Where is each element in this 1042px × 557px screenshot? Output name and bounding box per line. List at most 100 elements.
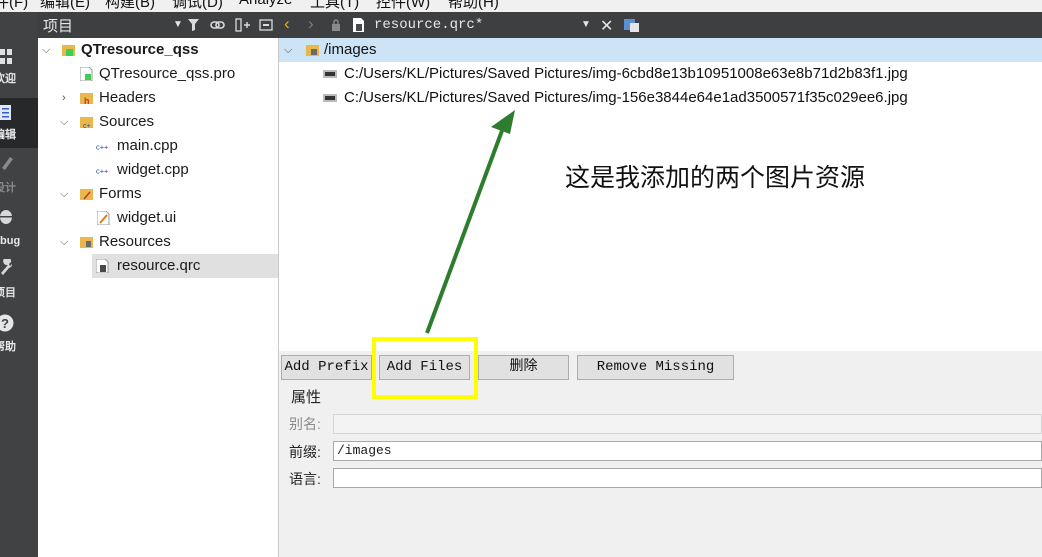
prefix-label: /images: [324, 41, 377, 58]
resources-folder-icon: [80, 237, 93, 248]
prefix-folder-icon: [306, 45, 319, 56]
prefix-row[interactable]: ⌵ /images: [279, 38, 1042, 62]
image-file-icon: [323, 70, 337, 78]
menu-tools[interactable]: 工具(T): [310, 0, 359, 12]
tree-item-label: main.cpp: [117, 137, 178, 154]
language-label: 语言:: [289, 471, 321, 487]
remove-missing-files-button[interactable]: Remove Missing Files: [577, 355, 734, 398]
svg-text:c++: c++: [96, 167, 108, 176]
tree-item-label: QTresource_qss.pro: [99, 65, 236, 82]
edit-icon: [0, 105, 11, 120]
project-view-label: 项目: [43, 18, 74, 35]
open-file-tab[interactable]: resource.qrc*: [374, 17, 483, 33]
mode-debug[interactable]: Debug: [0, 204, 38, 254]
tree-item-headers[interactable]: › h Headers: [38, 86, 278, 110]
mode-welcome-label: 欢迎: [0, 73, 16, 85]
resource-file-row[interactable]: C:/Users/KL/Pictures/Saved Pictures/img-…: [279, 86, 1042, 110]
tree-item-pro-file[interactable]: QTresource_qss.pro: [38, 62, 278, 86]
close-document-icon[interactable]: ✕: [600, 16, 613, 36]
menu-debug[interactable]: 调试(D): [172, 0, 223, 12]
mode-edit-label: 编辑: [0, 129, 16, 141]
tree-item-label: Resources: [99, 233, 171, 250]
expanded-arrow-icon[interactable]: ⌵: [60, 110, 68, 134]
collapsed-arrow-icon[interactable]: ›: [62, 86, 66, 110]
expanded-arrow-icon[interactable]: ⌵: [284, 38, 292, 62]
close-pane-icon[interactable]: [259, 19, 273, 31]
mode-design-label: 设计: [0, 182, 16, 194]
resource-file-row[interactable]: C:/Users/KL/Pictures/Saved Pictures/img-…: [279, 62, 1042, 86]
forward-arrow-icon[interactable]: ›: [308, 14, 314, 34]
menu-help[interactable]: 帮助(H): [448, 0, 499, 12]
expanded-arrow-icon[interactable]: ⌵: [42, 38, 50, 62]
forms-folder-icon: [80, 189, 93, 200]
grid-icon: [0, 49, 12, 64]
ui-file-icon: [97, 211, 110, 225]
mode-design[interactable]: 设计: [0, 152, 38, 202]
mode-projects-label: 项目: [0, 287, 16, 299]
prefix-field[interactable]: /images: [333, 441, 1042, 461]
resource-tree: ⌵ /images C:/Users/KL/Pictures/Saved Pic…: [279, 38, 1042, 351]
tree-item-main-cpp[interactable]: c++ main.cpp: [38, 134, 278, 158]
tree-item-label: widget.ui: [117, 209, 177, 226]
back-arrow-icon[interactable]: ‹: [284, 14, 290, 34]
annotation-text: 这是我添加的两个图片资源: [565, 164, 866, 192]
expanded-arrow-icon[interactable]: ⌵: [60, 182, 68, 206]
file-dropdown-arrow-icon[interactable]: ▼: [581, 19, 591, 30]
language-field[interactable]: [333, 468, 1042, 488]
mode-help-label: 帮助: [0, 341, 16, 353]
tree-item-label: Headers: [99, 89, 156, 106]
view-dropdown-arrow-icon[interactable]: ▼: [173, 19, 183, 30]
filter-icon[interactable]: [188, 19, 202, 32]
project-pane-toolbar: 项目 ▼: [38, 12, 278, 38]
menu-analyze[interactable]: Analyze: [239, 0, 292, 8]
wrench-icon: [1, 259, 13, 275]
split-editor-icon[interactable]: [624, 17, 640, 33]
delete-button[interactable]: 删除: [478, 355, 569, 380]
tree-item-forms[interactable]: ⌵ Forms: [38, 182, 278, 206]
headers-folder-icon: h: [80, 93, 93, 105]
menu-build[interactable]: 构建(B): [105, 0, 155, 12]
editor-toolbar: ‹ › resource.qrc* ▼ ✕: [278, 12, 1042, 38]
alias-field[interactable]: [333, 414, 1042, 434]
mode-help[interactable]: ? 帮助: [0, 310, 38, 360]
sources-folder-icon: c+: [80, 117, 93, 129]
cpp-file-icon: c++: [96, 140, 109, 152]
qrc-file-icon: [353, 18, 364, 32]
mode-debug-label: Debug: [0, 235, 21, 247]
split-icon[interactable]: [235, 18, 251, 32]
tree-item-label: Forms: [99, 185, 142, 202]
menu-edit[interactable]: 编辑(E): [40, 0, 90, 12]
image-file-icon: [323, 94, 337, 102]
svg-text:h: h: [84, 96, 90, 105]
link-icon[interactable]: [210, 19, 226, 31]
tree-item-project[interactable]: ⌵ QTresource_qss: [38, 38, 278, 62]
alias-label: 别名:: [289, 416, 321, 432]
properties-title: 属性: [291, 389, 322, 406]
tree-item-sources[interactable]: ⌵ c+ Sources: [38, 110, 278, 134]
tree-item-label: QTresource_qss: [81, 41, 199, 58]
qrc-file-icon: [96, 259, 109, 273]
project-tree: ⌵ QTresource_qss QTresource_qss.pro › h …: [38, 38, 279, 557]
expanded-arrow-icon[interactable]: ⌵: [60, 230, 68, 254]
add-prefix-button[interactable]: Add Prefix: [281, 355, 372, 380]
tree-item-resource-qrc[interactable]: resource.qrc: [92, 254, 278, 278]
cpp-file-icon: c++: [96, 164, 109, 176]
help-icon: ?: [0, 314, 14, 332]
resource-file-path: C:/Users/KL/Pictures/Saved Pictures/img-…: [344, 65, 908, 82]
tree-item-resources[interactable]: ⌵ Resources: [38, 230, 278, 254]
menu-widgets[interactable]: 控件(W): [376, 0, 430, 12]
menu-bar: 件(F) 编辑(E) 构建(B) 调试(D) Analyze 工具(T) 控件(…: [0, 0, 1042, 12]
resource-file-path: C:/Users/KL/Pictures/Saved Pictures/img-…: [344, 89, 908, 106]
mode-welcome[interactable]: 欢迎: [0, 44, 38, 94]
mode-edit[interactable]: 编辑: [0, 98, 38, 148]
svg-text:c++: c++: [96, 143, 108, 152]
svg-text:c+: c+: [83, 123, 91, 129]
prefix-label: 前缀:: [289, 444, 321, 460]
lock-icon[interactable]: [331, 19, 341, 31]
mode-projects[interactable]: 项目: [0, 257, 38, 307]
tree-item-widget-cpp[interactable]: c++ widget.cpp: [38, 158, 278, 182]
tree-item-widget-ui[interactable]: widget.ui: [38, 206, 278, 230]
tree-item-label: Sources: [99, 113, 155, 130]
menu-file[interactable]: 件(F): [0, 0, 28, 12]
pro-file-icon: [80, 67, 93, 81]
